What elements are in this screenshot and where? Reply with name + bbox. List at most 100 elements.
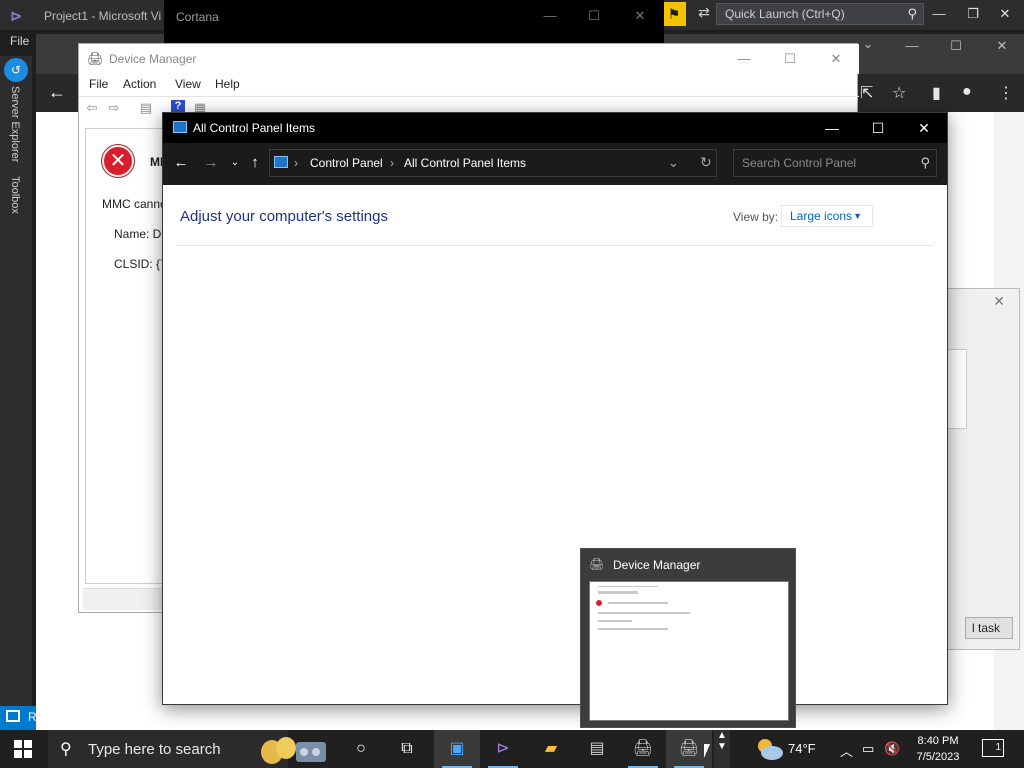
- server-explorer-tab[interactable]: Server Explorer: [9, 86, 21, 162]
- browser-maximize-button[interactable]: ☐: [936, 38, 976, 58]
- dm-menu-view[interactable]: View: [175, 77, 201, 91]
- toolbox-tab[interactable]: Toolbox: [9, 176, 21, 214]
- sidebar-icon[interactable]: ▮: [932, 83, 941, 103]
- forward-arrow-icon[interactable]: →: [201, 153, 221, 173]
- device-manager-icon: 🖨: [589, 557, 605, 571]
- cp-maximize-button[interactable]: ☐: [855, 115, 901, 141]
- breadcrumb-all-items[interactable]: All Control Panel Items: [404, 156, 526, 170]
- dialog-field: [947, 349, 967, 429]
- dm-menu-action[interactable]: Action: [123, 77, 156, 91]
- page-title: Adjust your computer's settings: [180, 208, 388, 225]
- back-arrow-icon[interactable]: ←: [171, 153, 191, 173]
- restore-button[interactable]: ❐: [958, 4, 988, 24]
- windows-start-icon[interactable]: [14, 740, 32, 758]
- taskbar-thumbnail-preview[interactable]: 🖨 Device Manager: [580, 548, 796, 728]
- dm-menu-file[interactable]: File: [89, 77, 108, 91]
- network-icon[interactable]: ▭: [862, 741, 874, 757]
- search-icon: ⚲: [920, 155, 930, 170]
- vs-menu-file[interactable]: File: [10, 34, 29, 48]
- cortana-close-button[interactable]: ✕: [620, 8, 660, 28]
- breadcrumb-control-panel[interactable]: Control Panel: [310, 156, 383, 170]
- dm-maximize-button[interactable]: ☐: [767, 48, 813, 70]
- task-view-icon[interactable]: ⧉: [384, 730, 430, 768]
- chevron-right-icon[interactable]: ›: [390, 156, 394, 170]
- notification-count: 1: [995, 742, 1001, 753]
- view-by-value: Large icons: [790, 209, 853, 223]
- thumb-text-line: [608, 602, 668, 604]
- task-button[interactable]: l task: [965, 617, 1013, 639]
- recent-locations-chevron-icon[interactable]: ⌄: [225, 153, 245, 173]
- back-arrow-icon[interactable]: ⇦: [83, 100, 101, 116]
- status-icon: [6, 710, 20, 722]
- live-share-icon[interactable]: ⇄: [694, 4, 714, 24]
- taskbar-device-manager[interactable]: 🖨: [620, 730, 666, 768]
- cortana-window: Cortana — ☐ ✕: [164, 0, 664, 44]
- chevron-up-icon[interactable]: ︿: [840, 741, 853, 760]
- close-icon[interactable]: ✕: [993, 293, 1005, 310]
- quick-launch-input[interactable]: Quick Launch (Ctrl+Q) ⚲: [716, 3, 924, 25]
- browser-close-button[interactable]: ✕: [982, 38, 1022, 58]
- theater-masks-icon[interactable]: [258, 734, 328, 766]
- more-menu-icon[interactable]: ⋮: [998, 83, 1014, 103]
- cortana-minimize-button[interactable]: —: [530, 8, 570, 28]
- dm-menu-bar: File Action View Help: [79, 74, 859, 96]
- taskbar-search-box[interactable]: ⚲ Type here to search: [48, 730, 288, 768]
- taskbar-app-monitor[interactable]: ▤: [574, 730, 620, 768]
- dm-menu-help[interactable]: Help: [215, 77, 240, 91]
- cp-window-title: All Control Panel Items: [193, 121, 316, 135]
- thumbnail-title: Device Manager: [613, 558, 701, 572]
- browser-minimize-button[interactable]: —: [892, 38, 932, 58]
- back-arrow-icon[interactable]: ←: [48, 82, 66, 103]
- cp-minimize-button[interactable]: —: [809, 115, 855, 141]
- search-placeholder: Search Control Panel: [742, 156, 857, 170]
- visual-studio-logo-icon: ⊳: [10, 8, 23, 25]
- control-panel-window: All Control Panel Items — ☐ ✕ ← → ⌄ ↑ › …: [162, 112, 948, 705]
- taskbar-visual-studio[interactable]: ⊳: [480, 730, 526, 768]
- properties-icon[interactable]: ▤: [137, 100, 155, 116]
- volume-muted-icon[interactable]: 🔇: [884, 741, 900, 757]
- vs-notification-icon[interactable]: ↺: [4, 58, 28, 82]
- weather-temperature[interactable]: 74°F: [788, 741, 816, 756]
- taskbar-scroll-arrows[interactable]: ▲ ▼: [714, 730, 730, 768]
- thumb-text-line: [598, 620, 632, 622]
- share-icon[interactable]: ⇱: [860, 83, 873, 103]
- control-panel-icon: [274, 156, 288, 168]
- up-arrow-icon[interactable]: ↑: [245, 153, 265, 173]
- taskbar-file-explorer[interactable]: ▰: [528, 730, 574, 768]
- address-bar[interactable]: › Control Panel › All Control Panel Item…: [269, 149, 717, 177]
- cortana-title: Cortana: [176, 10, 219, 24]
- dm-close-button[interactable]: ✕: [813, 48, 859, 70]
- thumbnail-image: [589, 581, 789, 721]
- feedback-icon[interactable]: ⚑: [662, 2, 686, 26]
- search-icon: ⚲: [907, 6, 917, 21]
- close-button[interactable]: ✕: [990, 4, 1020, 24]
- star-icon[interactable]: ☆: [892, 83, 906, 103]
- chevron-right-icon[interactable]: ›: [294, 156, 298, 170]
- taskbar: ⚲ Type here to search ○ ⧉ ▣ ⊳ ▰ ▤ 🖨 🖨 ▲ ▼…: [0, 730, 1024, 768]
- weather-partly-cloudy-icon[interactable]: [754, 736, 784, 762]
- dm-title-bar: 🖨 Device Manager — ☐ ✕: [79, 44, 859, 74]
- error-icon: ✕: [102, 145, 134, 177]
- notification-center-icon[interactable]: 1: [982, 739, 1004, 757]
- view-by-dropdown[interactable]: Large icons ▼: [781, 205, 873, 227]
- cp-close-button[interactable]: ✕: [901, 115, 947, 141]
- dm-minimize-button[interactable]: —: [721, 48, 767, 70]
- forward-arrow-icon[interactable]: ⇨: [105, 100, 123, 116]
- taskbar-clock[interactable]: 8:40 PM 7/5/2023: [908, 733, 968, 765]
- profile-icon[interactable]: ●: [962, 83, 972, 101]
- caret-down-icon: ▼: [853, 211, 862, 221]
- search-icon: ⚲: [60, 741, 72, 758]
- thumb-menu-line: [598, 586, 658, 587]
- taskbar-search-placeholder: Type here to search: [88, 741, 221, 758]
- vs-window-title: Project1 - Microsoft Vi: [44, 9, 162, 23]
- chevron-down-icon[interactable]: ⌄: [668, 155, 679, 171]
- cortana-maximize-button[interactable]: ☐: [574, 8, 614, 28]
- search-control-panel-input[interactable]: Search Control Panel ⚲: [733, 149, 937, 177]
- refresh-icon[interactable]: ↻: [700, 154, 712, 171]
- divider: [177, 245, 933, 246]
- cortana-circle-icon[interactable]: ○: [338, 730, 384, 768]
- taskbar-control-panel[interactable]: ▣: [434, 730, 480, 768]
- device-manager-icon: 🖨: [87, 51, 104, 66]
- minimize-button[interactable]: —: [924, 4, 954, 24]
- control-panel-icon: [173, 121, 187, 133]
